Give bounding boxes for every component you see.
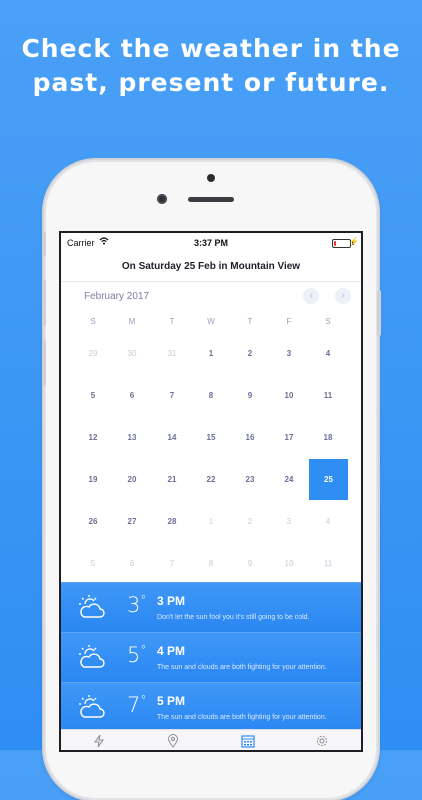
calendar-day[interactable]: 11 xyxy=(308,559,348,568)
calendar-day[interactable]: 11 xyxy=(308,391,348,400)
degree-symbol: ° xyxy=(140,593,147,607)
calendar-day[interactable]: 15 xyxy=(191,433,231,442)
front-camera xyxy=(157,194,167,204)
calendar-day-selected[interactable]: 25 xyxy=(309,459,348,500)
calendar-day[interactable]: 4 xyxy=(308,517,348,526)
calendar-day[interactable]: 6 xyxy=(112,559,152,568)
degree-symbol: ° xyxy=(140,693,147,707)
calendar-day[interactable]: 14 xyxy=(152,433,192,442)
forecast-description: The sun and clouds are both fighting for… xyxy=(157,714,327,721)
calendar-day[interactable]: 4 xyxy=(308,349,348,358)
calendar-day[interactable]: 8 xyxy=(191,391,231,400)
proximity-sensor xyxy=(207,174,215,182)
calendar-day[interactable]: 29 xyxy=(73,349,113,358)
tab-settings[interactable] xyxy=(315,734,328,748)
mute-switch xyxy=(42,232,46,256)
tab-bar xyxy=(61,729,361,750)
calendar-day[interactable]: 2 xyxy=(230,349,270,358)
calendar-day[interactable]: 31 xyxy=(152,349,192,358)
weekday-label: T xyxy=(169,317,175,326)
calendar-day[interactable]: 18 xyxy=(308,433,348,442)
calendar-day[interactable]: 8 xyxy=(191,559,231,568)
calendar-day[interactable]: 21 xyxy=(152,475,192,484)
page-title: On Saturday 25 Feb in Mountain View xyxy=(121,261,301,272)
partly-sunny-icon xyxy=(76,594,106,625)
calendar-day[interactable]: 20 xyxy=(112,475,152,484)
calendar-day[interactable]: 1 xyxy=(191,517,231,526)
calendar-day[interactable]: 9 xyxy=(230,559,270,568)
weekday-label: F xyxy=(286,317,292,326)
partly-sunny-icon xyxy=(76,644,106,675)
degree-symbol: ° xyxy=(140,643,147,657)
calendar-day[interactable]: 17 xyxy=(269,433,309,442)
gear-icon xyxy=(316,735,328,747)
forecast-description: The sun and clouds are both fighting for… xyxy=(157,664,327,671)
temperature: 7° xyxy=(127,693,146,717)
lightning-icon xyxy=(94,734,104,748)
calendar-day[interactable]: 23 xyxy=(230,475,270,484)
nav-divider xyxy=(61,281,361,282)
forecast-row[interactable]: 3° 3 PM Don't let the sun fool you it's st… xyxy=(61,582,361,633)
charging-icon: ⚡ xyxy=(349,237,359,246)
calendar-day[interactable]: 12 xyxy=(73,433,113,442)
calendar-day[interactable]: 10 xyxy=(269,391,309,400)
volume-up-button xyxy=(42,280,46,326)
calendar-day[interactable]: 7 xyxy=(152,391,192,400)
calendar-day[interactable]: 6 xyxy=(112,391,152,400)
tab-lightning[interactable] xyxy=(93,734,105,748)
forecast-row[interactable]: 7° 5 PM The sun and clouds are both fighti… xyxy=(61,682,361,733)
status-bar: Carrier 3:37 PM ⚡ xyxy=(61,233,361,253)
calendar-day[interactable]: 5 xyxy=(73,391,113,400)
tab-calendar[interactable] xyxy=(241,734,255,748)
weekday-label: M xyxy=(128,317,136,326)
calendar-day[interactable]: 10 xyxy=(269,559,309,568)
month-label: February 2017 xyxy=(84,291,150,302)
earpiece-speaker xyxy=(188,197,234,202)
promo-headline: Check the weather in the past, present o… xyxy=(0,32,422,100)
calendar-day[interactable]: 16 xyxy=(230,433,270,442)
promo-line-1: Check the weather in the xyxy=(21,34,401,63)
calendar-day[interactable]: 3 xyxy=(269,517,309,526)
temperature: 5° xyxy=(127,643,146,667)
temperature: 3° xyxy=(127,593,146,617)
location-pin-icon xyxy=(167,734,179,748)
tab-location[interactable] xyxy=(167,734,179,748)
forecast-row[interactable]: 5° 4 PM The sun and clouds are both fighti… xyxy=(61,632,361,683)
calendar-day[interactable]: 24 xyxy=(269,475,309,484)
calendar-day[interactable]: 13 xyxy=(112,433,152,442)
forecast-description: Don't let the sun fool you it's still go… xyxy=(157,614,310,621)
temperature-value: 7 xyxy=(127,693,141,717)
calendar-day[interactable]: 27 xyxy=(112,517,152,526)
power-button xyxy=(377,290,381,336)
calendar-day[interactable]: 28 xyxy=(152,517,192,526)
battery-level xyxy=(334,241,337,246)
app-screen: Carrier 3:37 PM ⚡ On Saturday 25 Feb in … xyxy=(61,233,361,750)
calendar-day[interactable]: 5 xyxy=(73,559,113,568)
calendar-day[interactable]: 22 xyxy=(191,475,231,484)
calendar-day[interactable]: 30 xyxy=(112,349,152,358)
forecast-time: 3 PM xyxy=(157,594,186,608)
calendar-day[interactable]: 1 xyxy=(191,349,231,358)
forecast-time: 5 PM xyxy=(157,694,186,708)
calendar-day[interactable]: 26 xyxy=(73,517,113,526)
chevron-left-icon[interactable]: ‹ xyxy=(303,288,319,304)
forecast-time: 4 PM xyxy=(157,644,186,658)
chevron-right-icon[interactable]: › xyxy=(335,288,351,304)
calendar-day[interactable]: 19 xyxy=(73,475,113,484)
temperature-value: 3 xyxy=(127,593,141,617)
calendar-day[interactable]: 2 xyxy=(230,517,270,526)
calendar-day[interactable]: 9 xyxy=(230,391,270,400)
weekday-label: T xyxy=(247,317,253,326)
temperature-value: 5 xyxy=(127,643,141,667)
volume-down-button xyxy=(42,340,46,386)
weekday-label: S xyxy=(90,317,96,326)
promo-line-2: past, present or future. xyxy=(32,68,390,97)
calendar-day[interactable]: 7 xyxy=(152,559,192,568)
calendar-icon xyxy=(241,735,255,748)
weekday-label: W xyxy=(207,317,215,326)
weekday-label: S xyxy=(325,317,331,326)
calendar-day[interactable]: 3 xyxy=(269,349,309,358)
partly-sunny-icon xyxy=(76,694,106,725)
status-time: 3:37 PM xyxy=(193,238,228,248)
